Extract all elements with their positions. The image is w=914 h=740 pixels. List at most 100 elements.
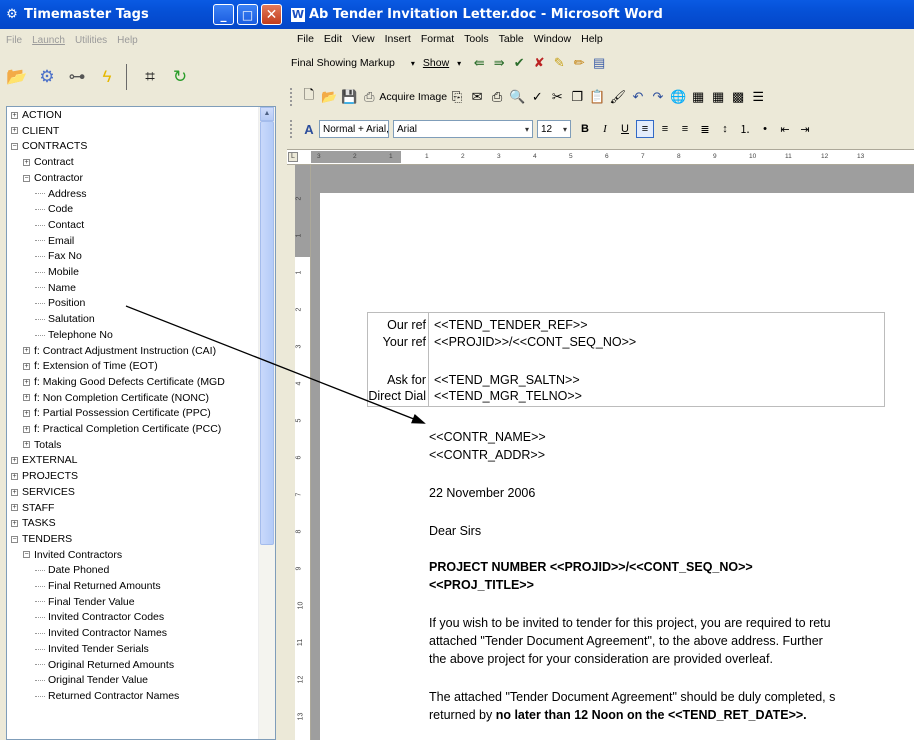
refresh-icon[interactable]: ↻ bbox=[167, 64, 193, 90]
tree-item[interactable]: Telephone No bbox=[35, 329, 113, 342]
expand-icon[interactable]: + bbox=[23, 158, 30, 166]
tree-item[interactable]: + SERVICES bbox=[11, 486, 75, 499]
paste-icon[interactable]: 📋 bbox=[589, 88, 605, 106]
word-menu-edit[interactable]: Edit bbox=[319, 33, 347, 45]
expand-icon[interactable]: + bbox=[23, 425, 30, 433]
tree-item[interactable]: Date Phoned bbox=[35, 564, 109, 577]
collapse-icon[interactable]: − bbox=[11, 143, 18, 151]
size-combo[interactable]: 12 ▾ bbox=[537, 120, 571, 138]
align-center-icon[interactable]: ≡ bbox=[656, 120, 674, 138]
show-button[interactable]: Show bbox=[423, 57, 449, 69]
expand-icon[interactable]: + bbox=[23, 441, 30, 449]
collapse-icon[interactable]: − bbox=[23, 174, 30, 182]
numbering-icon[interactable]: ⒈ bbox=[736, 120, 754, 138]
permission-icon[interactable]: ⎘ bbox=[449, 88, 465, 106]
spelling-icon[interactable]: ✓ bbox=[529, 88, 545, 106]
close-button[interactable]: ✕ bbox=[261, 4, 282, 25]
tree-item[interactable]: + TASKS bbox=[11, 517, 56, 530]
underline-button[interactable]: U bbox=[616, 120, 634, 138]
tree-item[interactable]: + f: Non Completion Certificate (NONC) bbox=[23, 392, 209, 405]
word-menu-tools[interactable]: Tools bbox=[459, 33, 494, 45]
open-folder-icon[interactable]: 📂 bbox=[4, 64, 30, 90]
expand-icon[interactable]: + bbox=[23, 410, 30, 418]
email-icon[interactable]: ✉ bbox=[469, 88, 485, 106]
font-combo[interactable]: Arial ▾ bbox=[393, 120, 533, 138]
styles-icon[interactable]: A bbox=[301, 120, 317, 138]
menu-help[interactable]: Help bbox=[112, 35, 143, 46]
chevron-down-icon[interactable]: ▾ bbox=[405, 54, 421, 72]
tree-item[interactable]: Final Returned Amounts bbox=[35, 580, 161, 593]
tree-item[interactable]: + f: Extension of Time (EOT) bbox=[23, 360, 158, 373]
word-menu-view[interactable]: View bbox=[347, 33, 380, 45]
decrease-indent-icon[interactable]: ⇤ bbox=[776, 120, 794, 138]
tree-item[interactable]: Address bbox=[35, 188, 87, 201]
expand-icon[interactable]: + bbox=[23, 394, 30, 402]
hyperlink-icon[interactable]: 🌐 bbox=[670, 88, 686, 106]
undo-icon[interactable]: ↶ bbox=[630, 88, 646, 106]
tree-item[interactable]: − TENDERS bbox=[11, 533, 72, 546]
collapse-icon[interactable]: − bbox=[23, 551, 30, 559]
menu-file[interactable]: File bbox=[0, 35, 27, 46]
tree-item[interactable]: Invited Contractor Names bbox=[35, 627, 167, 640]
tree-item[interactable]: + f: Partial Possession Certificate (PPC) bbox=[23, 407, 211, 420]
increase-indent-icon[interactable]: ⇥ bbox=[796, 120, 814, 138]
tree-item[interactable]: + Contract bbox=[23, 156, 74, 169]
word-menu-insert[interactable]: Insert bbox=[380, 33, 416, 45]
tree-item[interactable]: Code bbox=[35, 203, 73, 216]
expand-icon[interactable]: + bbox=[11, 111, 18, 119]
tree-item[interactable]: − Contractor bbox=[23, 172, 83, 185]
scroll-up-icon[interactable]: ▲ bbox=[260, 107, 274, 121]
tree-item[interactable]: + f: Making Good Defects Certificate (MGD bbox=[23, 376, 225, 389]
print-preview-icon[interactable]: 🔍 bbox=[509, 88, 525, 106]
expand-icon[interactable]: + bbox=[11, 127, 18, 135]
scroll-thumb[interactable] bbox=[260, 121, 274, 545]
reject-change-icon[interactable]: ✘ bbox=[531, 54, 547, 72]
expand-icon[interactable]: + bbox=[11, 472, 18, 480]
align-right-icon[interactable]: ≡ bbox=[676, 120, 694, 138]
horizontal-ruler[interactable]: L 3 2 1 1 2 3 4 5 6 7 8 9 10 11 12 13 bbox=[287, 149, 914, 165]
tree-item[interactable]: + f: Contract Adjustment Instruction (CAI… bbox=[23, 345, 216, 358]
save-icon[interactable]: 💾 bbox=[341, 88, 357, 106]
expand-icon[interactable]: + bbox=[23, 347, 30, 355]
tree-item[interactable]: Name bbox=[35, 282, 76, 295]
line-spacing-icon[interactable]: ↕ bbox=[716, 120, 734, 138]
justify-icon[interactable]: ≣ bbox=[696, 120, 714, 138]
tree-item[interactable]: + Totals bbox=[23, 439, 61, 452]
vertical-ruler[interactable]: 2 1 1 2 3 4 5 6 7 8 9 10 11 12 13 bbox=[295, 165, 311, 740]
collapse-icon[interactable]: − bbox=[11, 535, 18, 543]
tree-item[interactable]: Original Returned Amounts bbox=[35, 659, 174, 672]
lightning-icon[interactable]: ϟ bbox=[94, 64, 120, 90]
minimize-button[interactable]: _ bbox=[213, 4, 234, 25]
style-combo[interactable]: Normal + Arial,▾ bbox=[319, 120, 397, 138]
acquire-image-button[interactable]: Acquire Image bbox=[379, 91, 447, 103]
columns-icon[interactable]: ☰ bbox=[750, 88, 766, 106]
tree-item[interactable]: Fax No bbox=[35, 250, 82, 263]
tree-item[interactable]: Position bbox=[35, 297, 85, 310]
word-menu-file[interactable]: File bbox=[287, 33, 319, 45]
word-menu-table[interactable]: Table bbox=[494, 33, 529, 45]
next-change-icon[interactable]: ⇛ bbox=[491, 54, 507, 72]
expand-icon[interactable]: + bbox=[11, 519, 18, 527]
tree-item[interactable]: Invited Contractor Codes bbox=[35, 611, 164, 624]
tree-item[interactable]: + CLIENT bbox=[11, 125, 59, 138]
italic-button[interactable]: I bbox=[596, 120, 614, 138]
align-left-icon[interactable]: ≡ bbox=[636, 120, 654, 138]
tree-item[interactable]: + PROJECTS bbox=[11, 470, 78, 483]
bold-button[interactable]: B bbox=[576, 120, 594, 138]
maximize-button[interactable]: □ bbox=[237, 4, 258, 25]
expand-icon[interactable]: + bbox=[23, 362, 30, 370]
tag-tree[interactable]: ▲ + ACTION + CLIENT − CONTRACTS + Contract − Cont… bbox=[6, 106, 276, 740]
tree-item[interactable]: Final Tender Value bbox=[35, 596, 135, 609]
tree-structure-icon[interactable]: ⊶ bbox=[64, 64, 90, 90]
timemaster-title-bar[interactable]: ⚙ Timemaster Tags _ □ ✕ bbox=[0, 0, 287, 29]
tree-item[interactable]: Original Tender Value bbox=[35, 674, 148, 687]
highlight-icon[interactable]: ✏ bbox=[571, 54, 587, 72]
word-menu-format[interactable]: Format bbox=[416, 33, 459, 45]
expand-icon[interactable]: + bbox=[23, 378, 30, 386]
new-document-icon[interactable]: 🗋 bbox=[301, 87, 317, 106]
gear-icon[interactable]: ⚙ bbox=[34, 64, 60, 90]
reviewing-pane-icon[interactable]: ▤ bbox=[591, 54, 607, 72]
tree-item[interactable]: Returned Contractor Names bbox=[35, 690, 179, 703]
tree-item[interactable]: Invited Tender Serials bbox=[35, 643, 149, 656]
expand-icon[interactable]: + bbox=[11, 504, 18, 512]
